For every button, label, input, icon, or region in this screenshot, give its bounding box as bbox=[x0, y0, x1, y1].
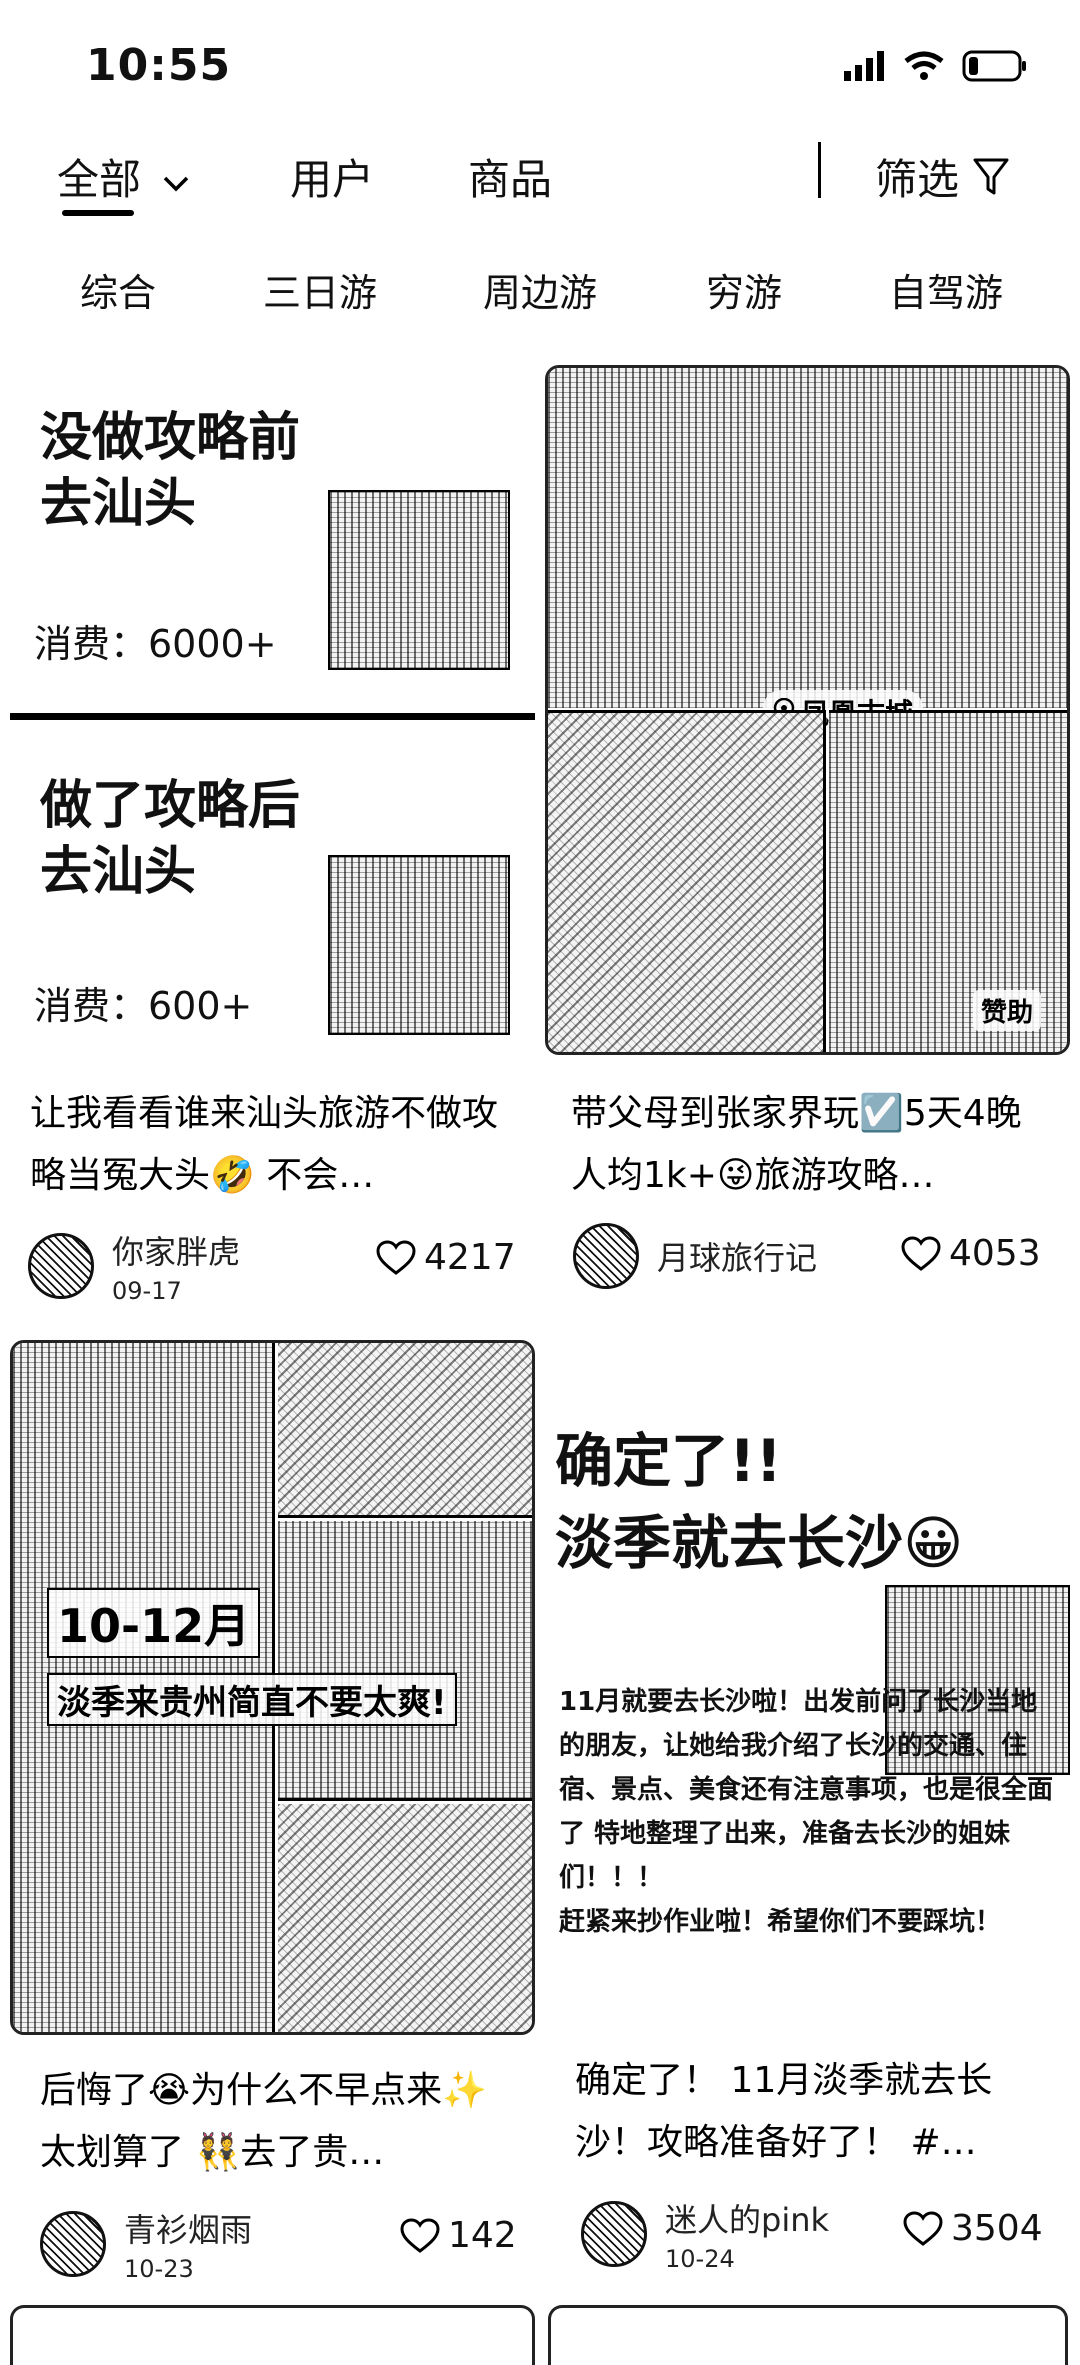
note-card[interactable]: 凤凰古城 赞助 带父母到张家界玩☑️5天4晚人均1k+😜旅游攻略… 月球旅行记 … bbox=[545, 365, 1070, 1305]
like-count: 3504 bbox=[951, 2208, 1043, 2249]
heart-icon bbox=[901, 1235, 941, 1271]
like-count: 4217 bbox=[424, 1237, 516, 1278]
like-button[interactable]: 4217 bbox=[376, 1237, 516, 1278]
cover-headline: 淡季来贵州简直不要太爽! bbox=[47, 1673, 457, 1726]
like-button[interactable]: 142 bbox=[400, 2215, 517, 2256]
travel-image-bottom bbox=[278, 1804, 532, 2032]
note-author[interactable]: 青衫烟雨 10-23 bbox=[40, 2205, 252, 2283]
travel-image-middle bbox=[278, 1521, 532, 1801]
cover-months: 10-12月 bbox=[47, 1588, 261, 1658]
note-cover: 没做攻略前 去汕头 消费：6000+ 做了攻略后 去汕头 消费：600+ bbox=[10, 365, 535, 1055]
signal-icon bbox=[844, 51, 884, 81]
note-cover: 凤凰古城 赞助 bbox=[545, 365, 1070, 1055]
post-date: 09-17 bbox=[112, 1277, 182, 1305]
chip-road-trip[interactable]: 自驾游 bbox=[889, 262, 1003, 317]
note-cover: 10-12月 淡季来贵州简直不要太爽! bbox=[10, 1340, 535, 2035]
deity-angry-image bbox=[328, 490, 510, 670]
like-button[interactable]: 3504 bbox=[903, 2208, 1043, 2249]
cover-after-title: 做了攻略后 去汕头 bbox=[40, 776, 301, 902]
like-button[interactable]: 4053 bbox=[901, 1233, 1041, 1274]
author-name: 青衫烟雨 bbox=[124, 2211, 253, 2249]
chip-nearby[interactable]: 周边游 bbox=[483, 262, 597, 317]
note-card[interactable]: 确定了!! 淡季就去长沙😀 11月就要去长沙啦！出发前问了长沙当地的朋友，让她给… bbox=[545, 1340, 1070, 2290]
avatar bbox=[573, 1223, 639, 1289]
post-date: 10-24 bbox=[665, 2245, 735, 2273]
avatar bbox=[581, 2201, 647, 2267]
cover-before-cost: 消费：6000+ bbox=[34, 622, 277, 666]
tab-users[interactable]: 用户 bbox=[290, 146, 374, 207]
heart-icon bbox=[376, 1239, 416, 1275]
next-card-left[interactable] bbox=[10, 2305, 535, 2365]
note-title: 后悔了😭为什么不早点来✨太划算了 👯去了贵… bbox=[40, 2070, 487, 2173]
landscape-image-left bbox=[548, 710, 826, 1052]
heart-icon bbox=[903, 2210, 943, 2246]
author-name: 月球旅行记 bbox=[657, 1239, 818, 1277]
heart-icon bbox=[400, 2217, 440, 2253]
tab-all-label: 全部 bbox=[57, 155, 142, 204]
cover-after-cost: 消费：600+ bbox=[34, 984, 253, 1028]
like-count: 4053 bbox=[949, 1233, 1041, 1274]
post-date: 10-23 bbox=[124, 2255, 194, 2283]
note-title: 带父母到张家界玩☑️5天4晚人均1k+😜旅游攻略… bbox=[571, 1093, 1022, 1196]
deity-smiling-image bbox=[328, 855, 510, 1035]
filter-button[interactable]: 筛选 bbox=[875, 146, 1009, 207]
filter-icon bbox=[973, 158, 1009, 194]
tab-all[interactable]: 全部 bbox=[57, 146, 190, 207]
landscape-image-top bbox=[548, 368, 1067, 708]
cover-divider bbox=[10, 713, 535, 720]
note-title: 确定了！ 11月淡季就去长沙！攻略准备好了！ #… bbox=[575, 2060, 993, 2163]
active-tab-indicator bbox=[62, 210, 134, 216]
author-name: 你家胖虎 bbox=[112, 1233, 241, 1271]
filter-label: 筛选 bbox=[875, 155, 960, 204]
like-count: 142 bbox=[448, 2215, 517, 2256]
note-title: 让我看看谁来汕头旅游不做攻略当冤大头🤣 不会… bbox=[30, 1093, 499, 1196]
status-icons bbox=[844, 50, 1028, 82]
status-bar: 10:55 bbox=[0, 0, 1080, 130]
note-author[interactable]: 迷人的pink 10-24 bbox=[581, 2195, 829, 2273]
chevron-down-icon bbox=[164, 176, 189, 192]
note-cover: 确定了!! 淡季就去长沙😀 11月就要去长沙啦！出发前问了长沙当地的朋友，让她给… bbox=[545, 1340, 1070, 2040]
cover-body: 11月就要去长沙啦！出发前问了长沙当地的朋友，让她给我介绍了长沙的交通、住宿、景… bbox=[559, 1687, 1054, 1937]
category-chips: 综合 三日游 周边游 穷游 自驾游 bbox=[0, 262, 1080, 322]
chip-three-day[interactable]: 三日游 bbox=[263, 262, 377, 317]
tab-divider bbox=[818, 142, 821, 198]
note-card[interactable]: 10-12月 淡季来贵州简直不要太爽! 后悔了😭为什么不早点来✨太划算了 👯去了… bbox=[10, 1340, 535, 2290]
note-author[interactable]: 你家胖虎 09-17 bbox=[28, 1227, 240, 1305]
note-card[interactable]: 没做攻略前 去汕头 消费：6000+ 做了攻略后 去汕头 消费：600+ 让我看… bbox=[10, 365, 535, 1305]
note-author[interactable]: 月球旅行记 bbox=[573, 1223, 817, 1289]
cover-before-title: 没做攻略前 去汕头 bbox=[40, 408, 301, 534]
cover-headline: 确定了!! 淡季就去长沙😀 bbox=[555, 1427, 964, 1577]
author-name: 迷人的pink bbox=[665, 2201, 830, 2239]
travel-image-top bbox=[278, 1343, 532, 1518]
avatar bbox=[40, 2211, 106, 2277]
search-type-tabs: 全部 用户 商品 筛选 bbox=[0, 140, 1080, 230]
wifi-icon bbox=[904, 51, 944, 80]
avatar bbox=[28, 1233, 94, 1299]
battery-icon bbox=[962, 50, 1026, 82]
status-time: 10:55 bbox=[86, 40, 232, 91]
tab-products[interactable]: 商品 bbox=[468, 146, 552, 207]
chip-comprehensive[interactable]: 综合 bbox=[80, 262, 156, 317]
chip-budget[interactable]: 穷游 bbox=[706, 262, 782, 317]
next-card-right[interactable] bbox=[548, 2305, 1068, 2365]
sponsor-badge: 赞助 bbox=[973, 990, 1042, 1031]
